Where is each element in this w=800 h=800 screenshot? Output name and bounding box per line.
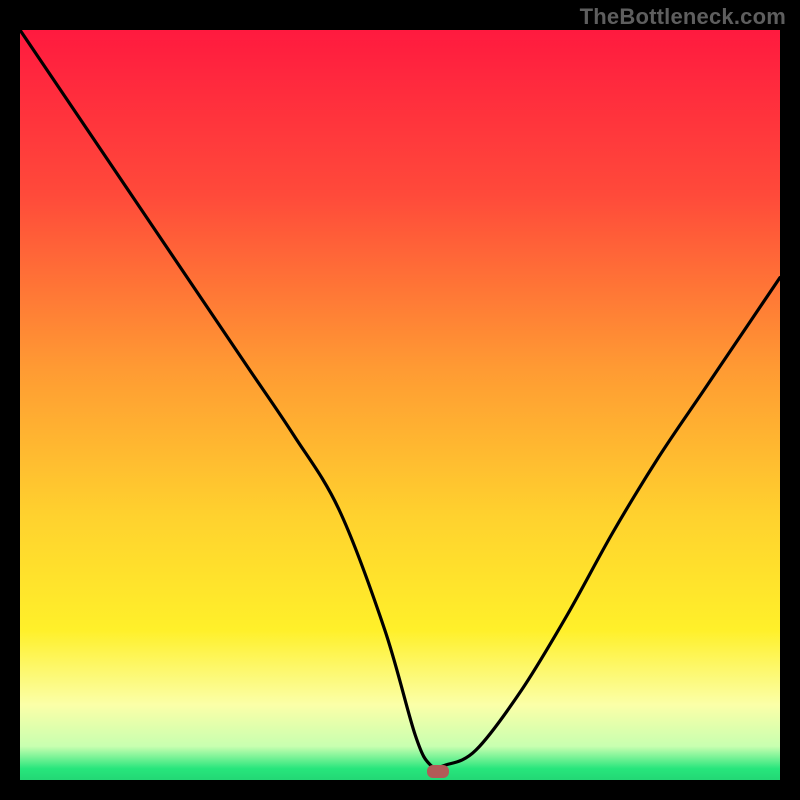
watermark-text: TheBottleneck.com	[580, 4, 786, 30]
chart-svg	[20, 30, 780, 780]
bottleneck-chart	[20, 30, 780, 780]
gradient-background	[20, 30, 780, 780]
minimum-marker	[427, 765, 449, 778]
chart-frame: TheBottleneck.com	[0, 0, 800, 800]
